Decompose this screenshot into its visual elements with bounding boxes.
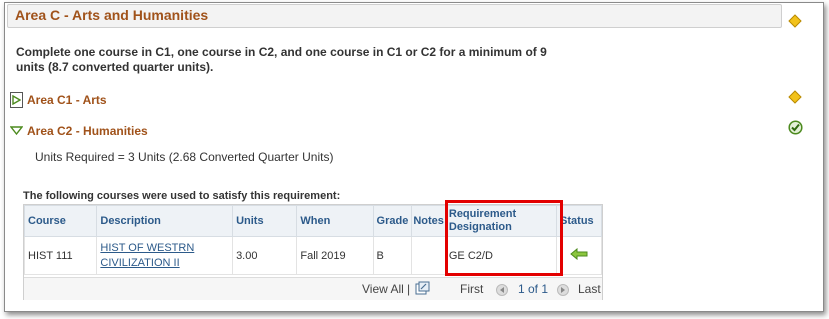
expand-arrow-icon[interactable] — [10, 92, 23, 108]
subarea-c2[interactable]: Area C2 - Humanities — [9, 124, 148, 138]
previous-icon[interactable] — [496, 282, 508, 296]
col-course[interactable]: Course — [23, 205, 98, 237]
green-arrow-left-icon — [570, 247, 588, 263]
download-icon[interactable] — [415, 281, 430, 298]
courses-table: Course Description Units When Grade Note… — [23, 205, 602, 275]
subarea-c1-title[interactable]: Area C1 - Arts — [27, 93, 107, 107]
first-link[interactable]: First — [460, 282, 483, 296]
diamond-icon — [788, 90, 802, 104]
subarea-c2-title[interactable]: Area C2 - Humanities — [27, 124, 148, 138]
collapse-arrow-icon[interactable] — [9, 125, 24, 137]
table-row: HIST 111 HIST OF WESTRN CIVILIZATION II … — [23, 236, 602, 275]
subarea-c1[interactable]: Area C1 - Arts — [10, 92, 107, 108]
course-description-link[interactable]: HIST OF WESTRN CIVILIZATION II — [100, 242, 194, 269]
when-cell: Fall 2019 — [296, 236, 374, 275]
diamond-icon — [788, 14, 802, 28]
units-cell: 3.00 — [232, 236, 298, 275]
check-circle-icon — [788, 120, 803, 135]
course-cell: HIST 111 — [23, 236, 98, 275]
units-required: Units Required = 3 Units (2.68 Converted… — [35, 150, 334, 164]
col-when[interactable]: When — [296, 205, 374, 237]
grade-cell: B — [372, 236, 413, 275]
area-description: Complete one course in C1, one course in… — [16, 45, 547, 74]
col-units[interactable]: Units — [232, 205, 298, 237]
area-header: Area C - Arts and Humanities — [7, 4, 782, 28]
description-cell: HIST OF WESTRN CIVILIZATION II — [96, 236, 234, 275]
view-all-link[interactable]: View All — [362, 282, 404, 296]
courses-caption: The following courses were used to satis… — [23, 190, 341, 202]
col-notes[interactable]: Notes — [411, 205, 446, 237]
col-status[interactable]: Status — [556, 205, 602, 237]
notes-cell — [411, 236, 446, 275]
col-description[interactable]: Description — [96, 205, 234, 237]
grid-footer: View All | First 1 of 1 Last — [24, 277, 602, 300]
status-cell — [556, 236, 602, 275]
courses-grid: Course Description Units When Grade Note… — [23, 204, 603, 300]
next-icon[interactable] — [557, 282, 569, 296]
last-link[interactable]: Last — [578, 282, 601, 296]
col-requirement-designation[interactable]: Requirement Designation — [444, 205, 558, 237]
footer-separator: | — [407, 282, 411, 296]
col-grade[interactable]: Grade — [372, 205, 413, 237]
page-range: 1 of 1 — [518, 282, 549, 296]
requirement-designation-cell: GE C2/D — [444, 236, 558, 275]
area-title: Area C - Arts and Humanities — [15, 7, 209, 23]
